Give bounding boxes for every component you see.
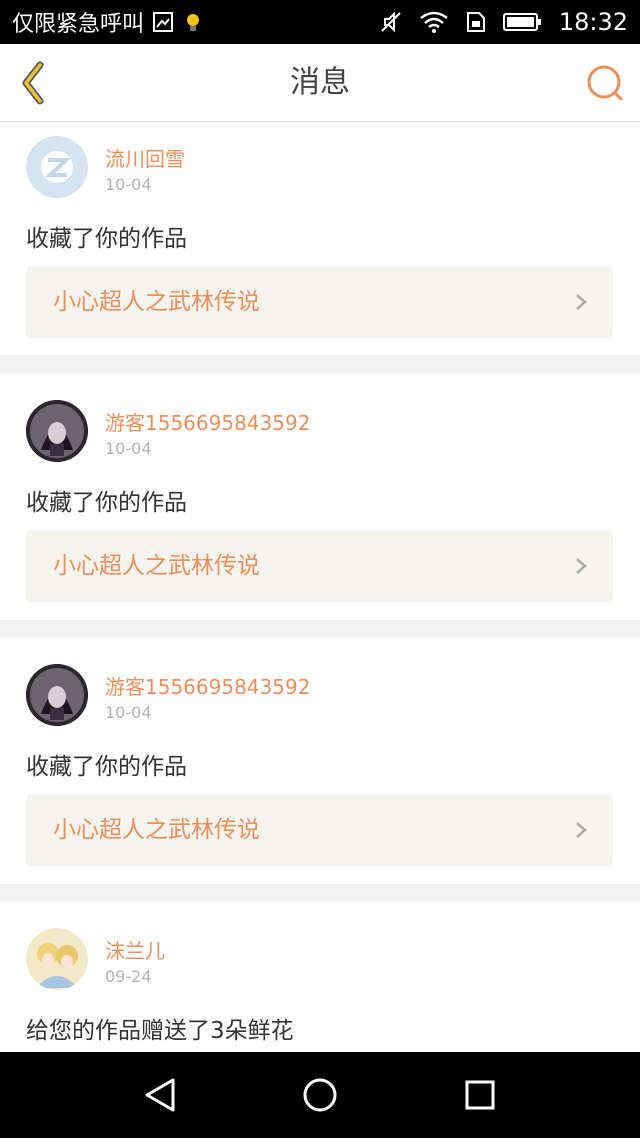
search-icon — [587, 65, 623, 101]
work-title: 小心超人之武林传说 — [53, 289, 260, 315]
work-link[interactable]: 小心超人之武林传说 — [26, 530, 613, 602]
status-left-icons — [152, 10, 204, 34]
avatar[interactable] — [26, 928, 88, 990]
qq-avatar-icon — [26, 136, 88, 198]
message-card: 游客1556695843592 10-04 收藏了你的作品 小心超人之武林传说 — [0, 374, 640, 620]
work-link[interactable]: 小心超人之武林传说 — [26, 794, 613, 866]
avatar[interactable] — [26, 664, 88, 726]
system-back-button[interactable] — [135, 1070, 185, 1120]
username[interactable]: 游客1556695843592 — [105, 407, 310, 436]
sim-icon — [466, 12, 485, 32]
message-card: 游客1556695843592 10-04 收藏了你的作品 小心超人之武林传说 — [0, 638, 640, 884]
battery-icon — [502, 13, 541, 31]
search-button[interactable] — [584, 62, 626, 104]
image-notification-icon — [153, 12, 174, 32]
message-list: 流川回雪 10-04 收藏了你的作品 小心超人之武林传说 游客155669584… — [0, 123, 640, 1052]
action-text: 收藏了你的作品 — [26, 490, 187, 516]
anime-avatar-icon — [26, 400, 88, 462]
avatar[interactable] — [26, 136, 88, 198]
message-date: 10-04 — [105, 703, 152, 722]
work-title: 小心超人之武林传说 — [53, 553, 260, 579]
recents-square-icon — [465, 1080, 495, 1110]
message-card: 沫兰儿 09-24 给您的作品赠送了3朵鲜花 — [0, 902, 640, 1052]
system-recents-button[interactable] — [455, 1070, 505, 1120]
work-link[interactable]: 小心超人之武林传说 — [26, 266, 613, 338]
back-triangle-icon — [145, 1078, 175, 1112]
status-right-icons: 18:32 — [379, 8, 628, 36]
action-text: 给您的作品赠送了3朵鲜花 — [26, 1018, 294, 1044]
chevron-right-icon — [576, 294, 587, 310]
clock: 18:32 — [558, 8, 628, 36]
status-bar: 仅限紧急呼叫 18:32 — [0, 0, 640, 44]
username[interactable]: 游客1556695843592 — [105, 671, 310, 700]
action-text: 收藏了你的作品 — [26, 226, 187, 252]
mute-icon — [381, 11, 401, 33]
illustrated-avatar-icon — [26, 928, 88, 990]
navigation-bar: 消息 — [0, 44, 640, 122]
home-circle-icon — [303, 1078, 337, 1112]
system-navigation-bar — [0, 1052, 640, 1138]
work-title: 小心超人之武林传说 — [53, 817, 260, 843]
lightbulb-notification-icon — [187, 14, 200, 31]
chevron-right-icon — [576, 822, 587, 838]
action-text: 收藏了你的作品 — [26, 754, 187, 780]
avatar[interactable] — [26, 400, 88, 462]
chevron-right-icon — [576, 558, 587, 574]
page-title: 消息 — [290, 65, 350, 100]
system-home-button[interactable] — [295, 1070, 345, 1120]
username[interactable]: 沫兰儿 — [105, 935, 165, 964]
anime-avatar-icon — [26, 664, 88, 726]
message-card: 流川回雪 10-04 收藏了你的作品 小心超人之武林传说 — [0, 123, 640, 355]
wifi-icon — [420, 11, 448, 33]
message-date: 10-04 — [105, 175, 152, 194]
username[interactable]: 流川回雪 — [105, 143, 185, 172]
message-date: 09-24 — [105, 967, 152, 986]
message-date: 10-04 — [105, 439, 152, 458]
carrier-text: 仅限紧急呼叫 — [12, 12, 145, 37]
